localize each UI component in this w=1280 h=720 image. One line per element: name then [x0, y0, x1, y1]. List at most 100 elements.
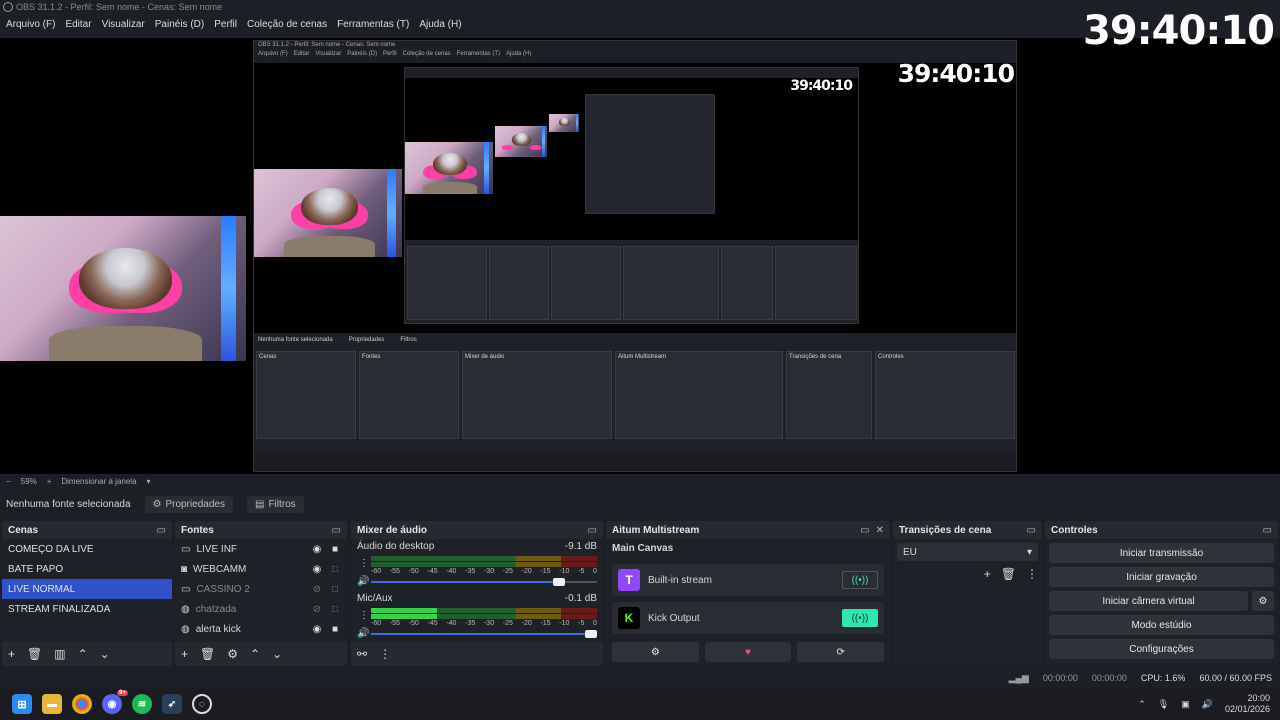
- filter-icon: ▤: [254, 498, 265, 510]
- volume-slider[interactable]: [371, 629, 597, 639]
- volume-knob[interactable]: [585, 630, 597, 638]
- lock-icon[interactable]: ■: [329, 544, 341, 555]
- dock-menu-icon[interactable]: ▭: [1027, 525, 1036, 536]
- output-toggle-button[interactable]: ((•)): [842, 609, 878, 627]
- chevron-down-icon: ▾: [1026, 546, 1032, 558]
- virtual-camera-settings-button[interactable]: ⚙: [1252, 591, 1274, 611]
- microphone-icon[interactable]: 🎙: [1158, 699, 1169, 710]
- windows-start-icon[interactable]: ⊞: [12, 694, 32, 714]
- source-item[interactable]: ▭ CASSINO 2 ⊘ □: [175, 579, 347, 599]
- dock-menu-icon[interactable]: ▭: [1263, 525, 1272, 536]
- scene-item[interactable]: COMEÇO DA LIVE: [2, 539, 172, 559]
- scene-item[interactable]: STREAM FINALIZADA: [2, 599, 172, 619]
- multistream-help-button[interactable]: ⟳: [797, 642, 885, 662]
- scene-filter-icon[interactable]: ▥: [54, 647, 65, 661]
- meter-level: [371, 608, 437, 613]
- unlock-icon[interactable]: □: [329, 564, 341, 575]
- move-up-icon[interactable]: ⌃: [250, 647, 260, 661]
- speaker-icon[interactable]: 🔊: [357, 628, 369, 639]
- menu-perfil[interactable]: Perfil: [214, 19, 237, 30]
- menu-colecao-cenas[interactable]: Coleção de cenas: [247, 19, 327, 30]
- volume-knob[interactable]: [553, 578, 566, 586]
- eye-icon[interactable]: ◉: [311, 624, 323, 635]
- unlock-icon[interactable]: □: [329, 604, 341, 615]
- menu-arquivo[interactable]: Arquivo (F): [6, 19, 55, 30]
- speaker-icon[interactable]: 🔊: [357, 576, 369, 587]
- tray-chevron-icon[interactable]: ⌃: [1138, 699, 1146, 710]
- steam-icon[interactable]: ➶: [162, 694, 182, 714]
- menu-editar[interactable]: Editar: [65, 19, 91, 30]
- chevron-down-icon: ▾: [146, 476, 151, 486]
- channel-db: -9.1 dB: [564, 541, 597, 552]
- discord-icon[interactable]: ◉ 9+: [102, 690, 128, 714]
- source-item[interactable]: ▭ LIVE INF ◉ ■: [175, 539, 347, 559]
- volume-slider[interactable]: [371, 577, 597, 587]
- dock-menu-icon[interactable]: ▭: [860, 525, 869, 536]
- trash-icon[interactable]: 🗑: [27, 647, 42, 661]
- kebab-menu-icon[interactable]: ⋮: [1026, 567, 1038, 581]
- eye-off-icon[interactable]: ⊘: [311, 584, 323, 595]
- cpu-usage: CPU: 1.6%: [1140, 673, 1186, 683]
- studio-mode-button[interactable]: Modo estúdio: [1049, 615, 1274, 635]
- kebab-menu-icon[interactable]: ⋮: [359, 610, 369, 621]
- properties-button[interactable]: ⚙ Propriedades: [144, 495, 233, 513]
- eye-off-icon[interactable]: ⊘: [311, 604, 323, 615]
- move-down-icon[interactable]: ⌄: [100, 647, 110, 661]
- network-icon[interactable]: ▣: [1181, 699, 1190, 710]
- channel-db: -0.1 dB: [564, 593, 597, 604]
- close-icon[interactable]: ✕: [876, 525, 884, 536]
- source-item[interactable]: ◍ alerta kick ◉ ■: [175, 619, 347, 639]
- source-item[interactable]: ◍ chatzada ⊘ □: [175, 599, 347, 619]
- start-virtual-camera-button[interactable]: Iniciar câmera virtual: [1049, 591, 1248, 611]
- nested-dock-title: Fontes: [362, 354, 381, 360]
- filters-button[interactable]: ▤ Filtros: [246, 495, 304, 513]
- settings-button[interactable]: Configurações: [1049, 639, 1274, 659]
- dock-menu-icon[interactable]: ▭: [157, 525, 166, 536]
- volume-icon[interactable]: 🔊: [1202, 699, 1213, 710]
- scale-tick: -55: [389, 620, 400, 627]
- menu-visualizar[interactable]: Visualizar: [102, 19, 145, 30]
- unlock-icon[interactable]: □: [329, 584, 341, 595]
- nested-filters: Filtros: [400, 337, 417, 343]
- trash-icon[interactable]: 🗑: [1001, 567, 1016, 581]
- clock-tray[interactable]: 20:00 02/01/2026: [1225, 693, 1270, 715]
- scene-item-selected[interactable]: LIVE NORMAL: [2, 579, 172, 599]
- preview-canvas[interactable]: 39:40:10 OBS 31.1.2 - Perfil: Sem nome -…: [0, 8, 1280, 474]
- menu-paineis[interactable]: Painéis (D): [155, 19, 204, 30]
- kebab-menu-icon[interactable]: ⋮: [359, 558, 369, 569]
- mixer-channel: Mic/Aux -0.1 dB ⋮ -60 -55 -50 -45 -40 -35 -30 -25-…: [351, 593, 603, 639]
- start-stream-button[interactable]: Iniciar transmissão: [1049, 543, 1274, 563]
- lock-icon[interactable]: ■: [329, 624, 341, 635]
- menu-ajuda[interactable]: Ajuda (H): [419, 19, 461, 30]
- move-up-icon[interactable]: ⌃: [78, 647, 88, 661]
- chrome-icon[interactable]: [72, 694, 92, 714]
- resize-mode-select[interactable]: Dimensionar à janela: [61, 477, 136, 486]
- eye-icon[interactable]: ◉: [311, 564, 323, 575]
- add-scene-button[interactable]: +: [8, 647, 15, 661]
- file-explorer-icon[interactable]: ▬: [42, 694, 62, 714]
- record-timer: 00:00:00: [1091, 673, 1127, 683]
- gear-icon[interactable]: ⚙: [227, 647, 238, 661]
- zoom-in-button[interactable]: +: [47, 477, 52, 486]
- kebab-menu-icon[interactable]: ⋮: [379, 647, 391, 661]
- dock-menu-icon[interactable]: ▭: [588, 525, 597, 536]
- add-source-button[interactable]: +: [181, 647, 188, 661]
- transition-select[interactable]: EU ▾: [897, 543, 1038, 561]
- add-transition-button[interactable]: +: [984, 567, 991, 581]
- obs-icon[interactable]: ◌: [192, 694, 212, 714]
- scene-item[interactable]: BATE PAPO: [2, 559, 172, 579]
- trash-icon[interactable]: 🗑: [200, 647, 215, 661]
- start-recording-button[interactable]: Iniciar gravação: [1049, 567, 1274, 587]
- source-item[interactable]: ◙ WEBCAMM ◉ □: [175, 559, 347, 579]
- zoom-out-button[interactable]: −: [6, 477, 11, 486]
- menu-ferramentas[interactable]: Ferramentas (T): [337, 19, 409, 30]
- multistream-donate-button[interactable]: ♥: [704, 642, 792, 662]
- dock-menu-icon[interactable]: ▭: [332, 525, 341, 536]
- move-down-icon[interactable]: ⌄: [272, 647, 282, 661]
- advanced-audio-icon[interactable]: ⚯: [357, 647, 367, 661]
- multistream-settings-button[interactable]: ⚙: [612, 642, 699, 662]
- transitions-dock: Transições de cena ▭ EU ▾ + 🗑 ⋮: [893, 521, 1042, 666]
- output-toggle-button[interactable]: ((•)): [842, 571, 878, 589]
- eye-icon[interactable]: ◉: [311, 544, 323, 555]
- spotify-icon[interactable]: ≋: [132, 694, 152, 714]
